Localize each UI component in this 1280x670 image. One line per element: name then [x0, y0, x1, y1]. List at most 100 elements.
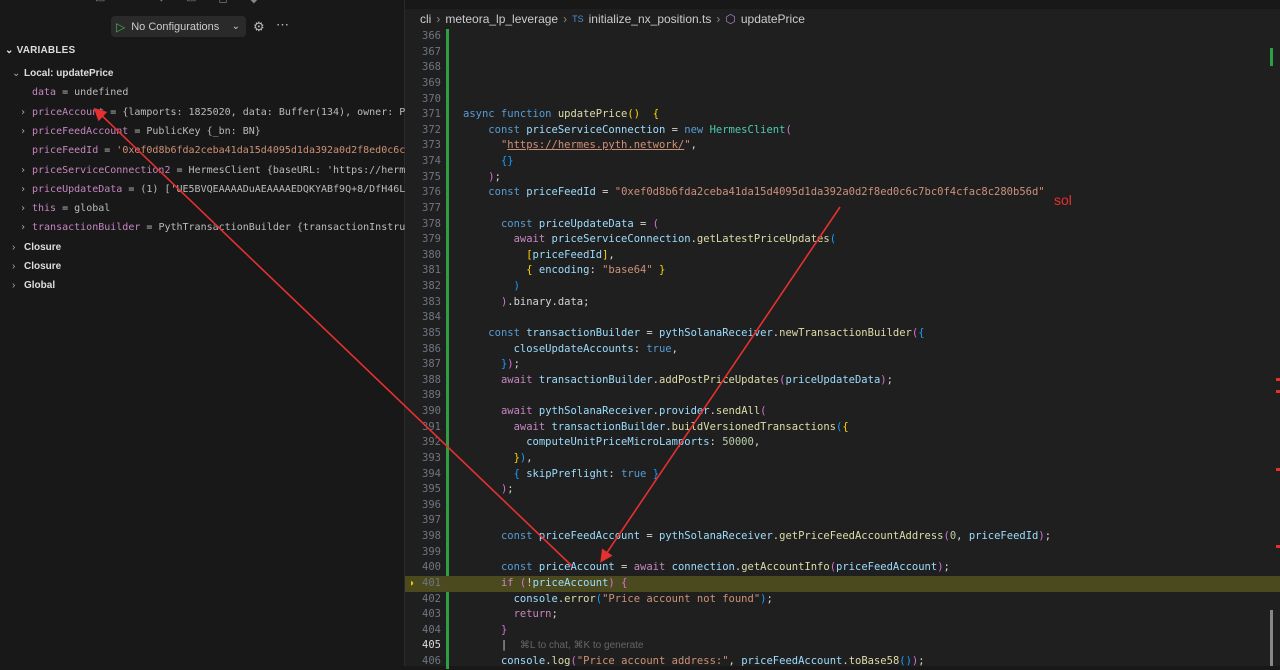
code-line[interactable]: 376 const priceFeedId = "0xef0d8b6fda2ce… — [405, 185, 1280, 201]
code-line[interactable]: 385 const transactionBuilder = pythSolan… — [405, 326, 1280, 342]
code-line[interactable]: 390 await pythSolanaReceiver.provider.se… — [405, 404, 1280, 420]
gear-icon[interactable]: ⚙ — [253, 19, 265, 35]
variable-row[interactable]: › this = global — [20, 199, 420, 218]
scope-closure[interactable]: › Closure — [12, 238, 412, 257]
code-line[interactable]: 388 await transactionBuilder.addPostPric… — [405, 373, 1280, 389]
code-line[interactable]: 383 ).binary.data; — [405, 295, 1280, 311]
variable-row[interactable]: › priceFeedAccount = PublicKey {_bn: BN} — [20, 122, 420, 141]
scope-local[interactable]: ⌄ Local: updatePrice — [12, 64, 412, 83]
variable-name: priceServiceConnection2 — [32, 164, 171, 176]
variable-row[interactable]: › transactionBuilder = PythTransactionBui… — [20, 218, 420, 237]
code-line[interactable]: 396 — [405, 498, 1280, 514]
toolbar-icon[interactable]: ↓ — [159, 0, 165, 6]
code-line[interactable]: 369 — [405, 76, 1280, 92]
code-line[interactable]: 380 [priceFeedId], — [405, 248, 1280, 264]
overview-ruler[interactable] — [1266, 0, 1280, 666]
code-line[interactable]: 381 { encoding: "base64" } — [405, 263, 1280, 279]
breakpoint-paused-icon[interactable]: ◗ — [409, 578, 415, 589]
variable-row[interactable]: data = undefined — [20, 83, 420, 102]
code-line[interactable]: 391 await transactionBuilder.buildVersio… — [405, 420, 1280, 436]
toolbar-icon[interactable]: ◻ — [219, 0, 228, 6]
variable-name: priceAccount — [32, 106, 105, 118]
code-line[interactable]: 367 — [405, 45, 1280, 61]
chevron-right-icon[interactable]: › — [20, 122, 32, 141]
code-line[interactable]: 401 if (!priceAccount) { — [405, 575, 1280, 592]
code-token: pythSolanaReceiver — [659, 530, 773, 542]
code-text: } — [463, 623, 507, 639]
chevron-right-icon[interactable]: › — [20, 180, 32, 199]
code-line[interactable]: 372 const priceServiceConnection = new H… — [405, 123, 1280, 139]
scope-closure[interactable]: › Closure — [12, 257, 412, 276]
breadcrumb-item[interactable]: cli — [420, 12, 431, 26]
code-line[interactable]: 389 — [405, 388, 1280, 404]
code-line[interactable]: 399 — [405, 545, 1280, 561]
scope-global[interactable]: › Global — [12, 276, 412, 295]
toolbar-icon[interactable]: ↷ — [127, 0, 136, 6]
code-token: = — [595, 186, 615, 199]
code-line[interactable]: 375 ); — [405, 170, 1280, 186]
code-line[interactable]: 405 | ⌘L to chat, ⌘K to generate — [405, 638, 1280, 654]
code-token: = — [633, 217, 653, 230]
code-line[interactable]: 395 ); — [405, 482, 1280, 498]
variable-row[interactable]: › priceAccount = {lamports: 1825020, data… — [20, 103, 420, 122]
code-token: , — [690, 139, 697, 152]
toolbar-icon[interactable]: ▭ — [95, 0, 105, 6]
code-line[interactable]: 400 const priceAccount = await connectio… — [405, 560, 1280, 576]
variable-name: transactionBuilder — [32, 222, 141, 234]
code-line[interactable]: 387 }); — [405, 357, 1280, 373]
code-line[interactable]: 373 "https://hermes.pyth.network/", — [405, 138, 1280, 154]
variables-header[interactable]: ⌄ VARIABLES — [5, 45, 75, 56]
chevron-right-icon[interactable]: › — [20, 161, 32, 180]
code-text: [priceFeedId], — [463, 248, 615, 264]
breadcrumb-item[interactable]: updatePrice — [741, 12, 805, 26]
code-line[interactable]: 382 ) — [405, 279, 1280, 295]
code-line[interactable]: 386 closeUpdateAccounts: true, — [405, 342, 1280, 358]
variable-row[interactable]: › priceServiceConnection2 = HermesClient … — [20, 161, 420, 180]
code-line[interactable]: 370 — [405, 92, 1280, 108]
code-editor[interactable]: cli › meteora_lp_leverage › TS initialize_… — [405, 0, 1280, 669]
play-icon[interactable]: ▷ — [116, 20, 125, 34]
variable-row[interactable]: priceFeedId = '0xef0d8b6fda2ceba41da15d4… — [20, 141, 420, 160]
code-line[interactable]: 394 { skipPreflight: true } — [405, 467, 1280, 483]
chevron-right-icon[interactable]: › — [20, 218, 32, 237]
code-line[interactable]: 377 — [405, 201, 1280, 217]
line-number: 383 — [422, 295, 441, 308]
toolbar-icon[interactable]: ▭ — [186, 0, 196, 6]
code-token: { — [526, 264, 539, 277]
variable-row[interactable]: › priceUpdateData = (1) ['UE5BVQEAAAADuAE… — [20, 180, 420, 199]
code-line[interactable]: 404 } — [405, 623, 1280, 639]
editor-tabs[interactable] — [405, 0, 1280, 9]
code-line[interactable]: 392 computeUnitPriceMicroLamports: 50000… — [405, 435, 1280, 451]
code-lines[interactable]: 366 367 368 369 370 371 async function updateP… — [405, 29, 1280, 670]
chevron-right-icon[interactable]: › — [20, 103, 32, 122]
code-line[interactable]: 398 const priceFeedAccount = pythSolanaR… — [405, 529, 1280, 545]
annotation-label: sol — [1054, 192, 1072, 208]
chevron-right-icon[interactable]: › — [20, 199, 32, 218]
run-configuration-select[interactable]: ▷ No Configurations ⌄ — [111, 16, 246, 37]
code-line[interactable]: 374 {} — [405, 154, 1280, 170]
code-token: ( — [829, 233, 837, 246]
code-line[interactable]: 379 await priceServiceConnection.getLate… — [405, 232, 1280, 248]
code-line[interactable]: 402 console.error("Price account not fou… — [405, 592, 1280, 608]
code-token: skipPreflight — [526, 467, 609, 480]
code-line[interactable]: 397 — [405, 513, 1280, 529]
typescript-icon: TS — [572, 14, 584, 24]
breadcrumb-item[interactable]: initialize_nx_position.ts — [589, 12, 712, 26]
code-line[interactable]: 378 const priceUpdateData = ( — [405, 217, 1280, 233]
code-line[interactable]: 366 — [405, 29, 1280, 45]
toolbar-icon[interactable]: ◆ — [250, 0, 258, 6]
breadcrumb-item[interactable]: meteora_lp_leverage — [445, 12, 558, 26]
code-line[interactable]: 368 — [405, 60, 1280, 76]
code-line[interactable]: 371 async function updatePrice() { — [405, 107, 1280, 123]
code-token: } — [500, 623, 508, 636]
code-token: priceServiceConnection — [526, 123, 666, 136]
code-line[interactable]: 403 return; — [405, 607, 1280, 623]
chevron-down-icon[interactable]: ⌄ — [232, 21, 240, 32]
code-line[interactable]: 406 console.log("Price account address:"… — [405, 654, 1280, 670]
code-line[interactable]: 384 — [405, 310, 1280, 326]
code-line[interactable]: 393 }), — [405, 451, 1280, 467]
more-icon[interactable]: ⋯ — [276, 17, 289, 33]
code-token: await — [513, 420, 552, 433]
